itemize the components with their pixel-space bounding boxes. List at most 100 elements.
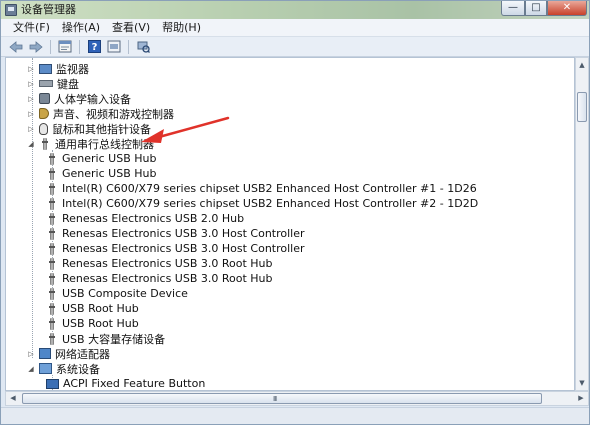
window-title: 设备管理器	[21, 3, 76, 16]
minimize-button[interactable]: —	[501, 1, 525, 16]
tree-item-usb-controllers[interactable]: ◢ 通用串行总线控制器	[26, 136, 154, 151]
tree-item-label: 人体学输入设备	[54, 92, 131, 106]
usb-icon	[46, 332, 58, 345]
monitor-icon	[39, 63, 52, 74]
tree-item-usb-device[interactable]: Intel(R) C600/X79 series chipset USB2 En…	[46, 181, 477, 196]
menu-bar: 文件(F) 操作(A) 查看(V) 帮助(H)	[1, 19, 589, 37]
device-tree[interactable]: ▷ 监视器 ▷ 键盘 ▷ 人体学输入设备 ▷ 声音、视频和游戏控制器 ▷ 鼠标和…	[5, 57, 575, 391]
expand-arrow-icon[interactable]: ▷	[26, 124, 36, 134]
tree-item-mice[interactable]: ▷ 鼠标和其他指针设备	[26, 121, 151, 136]
tree-item-hid[interactable]: ▷ 人体学输入设备	[26, 91, 131, 106]
tree-item-label: Renesas Electronics USB 3.0 Host Control…	[62, 242, 305, 255]
tree-item-label: Renesas Electronics USB 3.0 Root Hub	[62, 272, 273, 285]
forward-arrow-icon[interactable]	[27, 39, 45, 55]
usb-icon	[46, 227, 58, 240]
usb-icon	[39, 137, 51, 150]
expand-arrow-icon[interactable]: ▷	[26, 349, 36, 359]
svg-text:?: ?	[91, 42, 97, 53]
menu-help[interactable]: 帮助(H)	[156, 19, 207, 36]
toolbar-separator	[50, 39, 51, 54]
tree-item-label: USB Root Hub	[62, 317, 139, 330]
tree-item-label: 通用串行总线控制器	[55, 137, 154, 151]
scroll-up-arrow-icon[interactable]: ▲	[576, 58, 588, 72]
tree-item-usb-device[interactable]: Intel(R) C600/X79 series chipset USB2 En…	[46, 196, 478, 211]
usb-icon	[46, 182, 58, 195]
toolbar-separator	[128, 39, 129, 54]
usb-icon	[46, 197, 58, 210]
tree-item-system-device[interactable]: ACPI Fixed Feature Button	[46, 376, 206, 390]
expand-arrow-icon[interactable]: ▷	[26, 64, 36, 74]
tree-item-label: Renesas Electronics USB 3.0 Root Hub	[62, 257, 273, 270]
system-device-icon	[39, 363, 52, 374]
tree-item-keyboards[interactable]: ▷ 键盘	[26, 76, 79, 91]
expand-arrow-icon[interactable]: ▷	[26, 79, 36, 89]
usb-icon	[46, 302, 58, 315]
tree-item-usb-device[interactable]: Renesas Electronics USB 3.0 Host Control…	[46, 226, 305, 241]
tree-item-label: Renesas Electronics USB 2.0 Hub	[62, 212, 245, 225]
tree-item-label: 键盘	[57, 77, 79, 91]
tree-item-label: 鼠标和其他指针设备	[52, 122, 151, 136]
tree-item-usb-device[interactable]: Renesas Electronics USB 2.0 Hub	[46, 211, 244, 226]
collapse-arrow-icon[interactable]: ◢	[26, 364, 36, 374]
scroll-grip: III	[273, 395, 277, 403]
scroll-right-arrow-icon[interactable]: ▶	[574, 392, 588, 405]
tree-item-label: 声音、视频和游戏控制器	[53, 107, 174, 121]
tree-item-usb-device[interactable]: Generic USB Hub	[46, 166, 156, 181]
toolbar-separator	[79, 39, 80, 54]
scan-hardware-icon[interactable]	[134, 39, 152, 55]
usb-icon	[46, 242, 58, 255]
tree-item-usb-device[interactable]: Renesas Electronics USB 3.0 Root Hub	[46, 256, 273, 271]
mouse-icon	[39, 122, 48, 135]
maximize-button[interactable]: □	[525, 1, 547, 16]
tree-item-monitors[interactable]: ▷ 监视器	[26, 61, 89, 76]
usb-icon	[46, 287, 58, 300]
tree-item-label: Generic USB Hub	[62, 152, 157, 165]
close-button[interactable]: ✕	[547, 1, 587, 16]
menu-file[interactable]: 文件(F)	[7, 19, 56, 36]
acpi-device-icon	[46, 378, 59, 389]
help-icon[interactable]: ?	[85, 39, 103, 55]
usb-icon	[46, 167, 58, 180]
device-manager-icon	[5, 4, 17, 16]
expand-arrow-icon[interactable]: ▷	[26, 109, 36, 119]
tree-item-label: 网络适配器	[55, 347, 110, 361]
scroll-left-arrow-icon[interactable]: ◀	[6, 392, 20, 405]
tree-item-label: Intel(R) C600/X79 series chipset USB2 En…	[62, 182, 477, 195]
menu-action[interactable]: 操作(A)	[56, 19, 106, 36]
menu-view[interactable]: 查看(V)	[106, 19, 156, 36]
status-bar	[1, 407, 589, 424]
tree-item-usb-device[interactable]: USB Root Hub	[46, 316, 139, 331]
collapse-arrow-icon[interactable]: ◢	[26, 139, 36, 149]
tree-item-label: USB Root Hub	[62, 302, 139, 315]
tree-item-usb-device[interactable]: Renesas Electronics USB 3.0 Root Hub	[46, 271, 273, 286]
properties-icon[interactable]	[56, 39, 74, 55]
horizontal-scroll-thumb[interactable]: III	[22, 393, 542, 404]
vertical-scroll-thumb[interactable]	[577, 92, 587, 122]
tree-item-label: ACPI Fixed Feature Button	[63, 377, 206, 390]
expand-arrow-icon[interactable]: ▷	[26, 94, 36, 104]
tree-item-sound[interactable]: ▷ 声音、视频和游戏控制器	[26, 106, 174, 121]
tree-item-label: 系统设备	[56, 362, 100, 376]
horizontal-scrollbar[interactable]: ◀ III ▶	[5, 391, 589, 406]
usb-icon	[46, 212, 58, 225]
tree-item-usb-device[interactable]: Renesas Electronics USB 3.0 Host Control…	[46, 241, 305, 256]
tree-item-label: USB Composite Device	[62, 287, 188, 300]
tree-item-network-adapters[interactable]: ▷ 网络适配器	[26, 346, 110, 361]
keyboard-icon	[39, 80, 53, 87]
title-bar[interactable]: 设备管理器 — □ ✕	[1, 1, 589, 19]
tree-item-usb-device[interactable]: Generic USB Hub	[46, 151, 156, 166]
tree-item-label: Renesas Electronics USB 3.0 Host Control…	[62, 227, 305, 240]
show-hidden-icon[interactable]	[105, 39, 123, 55]
tree-item-usb-device[interactable]: USB Root Hub	[46, 301, 139, 316]
usb-icon	[46, 152, 58, 165]
tree-item-usb-device[interactable]: USB Composite Device	[46, 286, 188, 301]
back-arrow-icon[interactable]	[7, 39, 25, 55]
vertical-scrollbar[interactable]: ▲ ▼	[575, 57, 589, 391]
tree-item-usb-device[interactable]: USB 大容量存储设备	[46, 331, 165, 346]
tree-item-label: Generic USB Hub	[62, 167, 157, 180]
scroll-down-arrow-icon[interactable]: ▼	[576, 376, 588, 390]
tree-item-system-devices[interactable]: ◢ 系统设备	[26, 361, 100, 376]
network-adapter-icon	[39, 348, 51, 359]
usb-icon	[46, 257, 58, 270]
usb-icon	[46, 317, 58, 330]
